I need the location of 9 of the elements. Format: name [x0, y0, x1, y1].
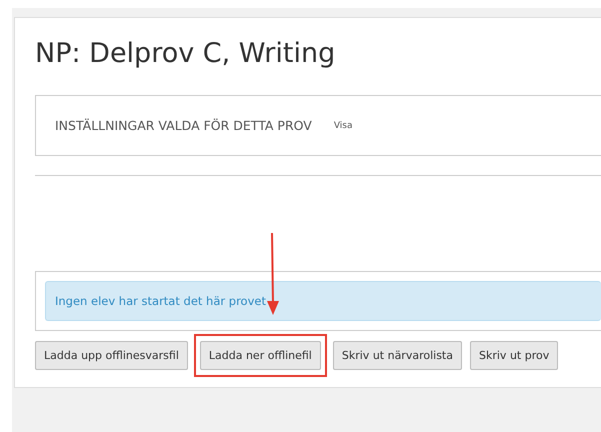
info-alert: Ingen elev har startat det här provet: [45, 281, 601, 321]
settings-heading: INSTÄLLNINGAR VALDA FÖR DETTA PROV: [55, 118, 312, 133]
action-button[interactable]: Ladda upp offlinesvarsfil: [35, 341, 188, 370]
show-link[interactable]: Visa: [334, 120, 352, 130]
action-button[interactable]: Skriv ut närvarolista: [332, 341, 462, 370]
action-button[interactable]: Ladda ner offlinefil: [200, 341, 321, 370]
arrow-icon: [267, 233, 279, 315]
action-button[interactable]: Skriv ut prov: [470, 341, 558, 370]
page-title: NP: Delprov C, Writing: [35, 37, 336, 71]
